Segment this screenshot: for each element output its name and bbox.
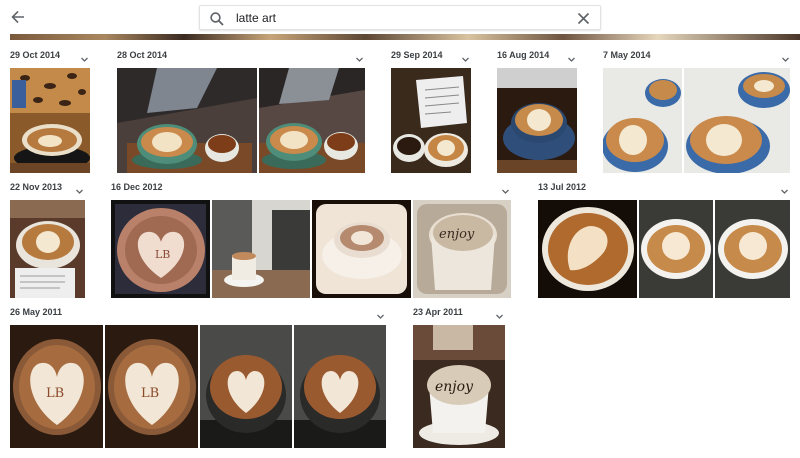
photo-thumbnail[interactable] xyxy=(10,200,85,298)
photo-thumbnail[interactable]: enjoy xyxy=(413,325,505,448)
photo-thumbnail[interactable] xyxy=(212,200,310,298)
svg-text:LB: LB xyxy=(155,248,170,261)
group-header: 16 Aug 2014 xyxy=(497,48,577,64)
photo-thumbnail[interactable] xyxy=(391,68,471,173)
group-date: 23 Apr 2011 xyxy=(413,307,463,317)
group-date: 26 May 2011 xyxy=(10,307,63,317)
group-header: 26 May 2011 xyxy=(10,305,386,321)
group-date: 29 Oct 2014 xyxy=(10,50,61,60)
photo-thumbnail[interactable] xyxy=(684,68,790,173)
svg-text:LB: LB xyxy=(141,386,159,401)
chevron-down-icon[interactable] xyxy=(495,308,504,319)
group-header: 23 Apr 2011 xyxy=(413,305,505,321)
group-header: 13 Jul 2012 xyxy=(538,180,790,196)
group-date: 29 Sep 2014 xyxy=(391,50,443,60)
group-date: 13 Jul 2012 xyxy=(538,182,587,192)
photo-thumbnail[interactable]: LB xyxy=(111,200,210,298)
group-date: 16 Dec 2012 xyxy=(111,182,163,192)
chevron-down-icon[interactable] xyxy=(501,183,510,194)
search-input[interactable] xyxy=(236,9,556,27)
photo-thumbnail[interactable] xyxy=(259,68,365,173)
chevron-down-icon[interactable] xyxy=(376,308,385,319)
photo-thumbnail[interactable]: LB xyxy=(105,325,198,448)
group-date: 28 Oct 2014 xyxy=(117,50,168,60)
photo-thumbnail[interactable] xyxy=(603,68,682,173)
chevron-down-icon[interactable] xyxy=(461,51,470,62)
close-icon[interactable] xyxy=(577,12,590,25)
group-header: 16 Dec 2012 xyxy=(111,180,511,196)
photo-thumbnail[interactable] xyxy=(294,325,386,448)
chevron-down-icon[interactable] xyxy=(355,51,364,62)
photo-thumbnail[interactable] xyxy=(200,325,292,448)
photo-thumbnail[interactable] xyxy=(715,200,790,298)
top-bar xyxy=(0,0,800,34)
photo-thumbnail[interactable]: LB xyxy=(10,325,103,448)
back-arrow-icon[interactable] xyxy=(8,7,28,27)
search-icon[interactable] xyxy=(209,11,225,27)
svg-text:enjoy: enjoy xyxy=(435,379,474,395)
group-header: 22 Nov 2013 xyxy=(10,180,85,196)
photo-thumbnail[interactable] xyxy=(497,68,577,173)
group-header: 7 May 2014 xyxy=(603,48,790,64)
photo-thumbnail[interactable] xyxy=(312,200,411,298)
svg-text:enjoy: enjoy xyxy=(439,227,475,242)
photo-thumbnail[interactable] xyxy=(117,68,257,173)
chevron-down-icon[interactable] xyxy=(80,51,89,62)
photo-thumbnail[interactable]: enjoy xyxy=(413,200,511,298)
group-header: 28 Oct 2014 xyxy=(117,48,365,64)
group-header: 29 Oct 2014 xyxy=(10,48,90,64)
photo-thumbnail[interactable] xyxy=(10,68,90,173)
group-date: 16 Aug 2014 xyxy=(497,50,550,60)
group-header: 29 Sep 2014 xyxy=(391,48,471,64)
chevron-down-icon[interactable] xyxy=(75,183,84,194)
svg-text:LB: LB xyxy=(46,386,64,401)
chevron-down-icon[interactable] xyxy=(781,51,790,62)
group-date: 7 May 2014 xyxy=(603,50,651,60)
photo-thumbnail[interactable] xyxy=(538,200,637,298)
search-bar[interactable] xyxy=(199,5,601,30)
chevron-down-icon[interactable] xyxy=(780,183,789,194)
photo-thumbnail[interactable] xyxy=(639,200,713,298)
chevron-down-icon[interactable] xyxy=(567,51,576,62)
scrolled-photo-strip xyxy=(10,34,800,40)
group-date: 22 Nov 2013 xyxy=(10,182,63,192)
